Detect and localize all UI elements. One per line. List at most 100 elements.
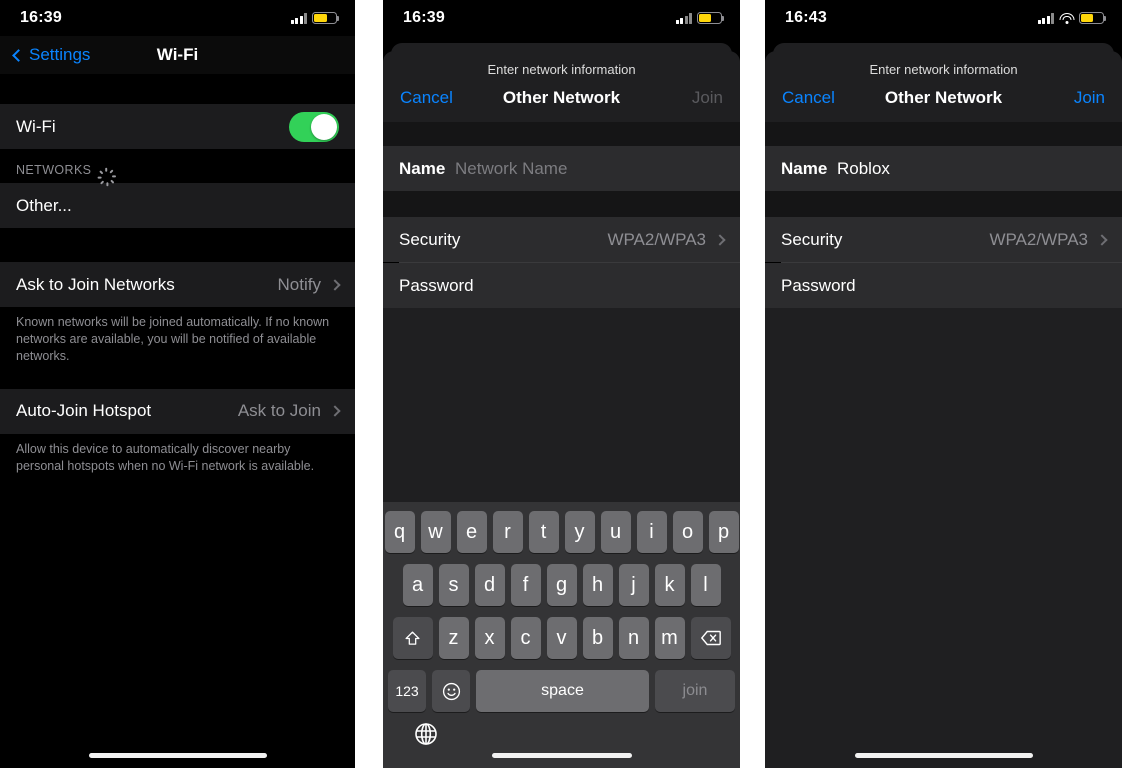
- key-n[interactable]: n: [618, 617, 649, 659]
- password-row[interactable]: Password: [383, 263, 740, 308]
- sheet-subtitle: Enter network information: [869, 62, 1018, 77]
- key-k[interactable]: k: [654, 564, 685, 606]
- key-x[interactable]: x: [474, 617, 505, 659]
- section-gap: [0, 228, 355, 262]
- password-row[interactable]: Password: [765, 263, 1122, 308]
- network-name-input[interactable]: Network Name: [455, 159, 724, 179]
- phone-panel-other-network-empty: 16:39 Enter network information Cancel O…: [383, 0, 740, 768]
- activity-spinner-icon: [98, 163, 117, 187]
- home-indicator[interactable]: [854, 753, 1033, 758]
- keyboard-bottom-bar: [383, 716, 740, 768]
- battery-low-power-icon: [1079, 12, 1107, 24]
- sheet-empty-area: [765, 308, 1122, 768]
- network-name-row[interactable]: Name Network Name: [383, 146, 740, 191]
- key-e[interactable]: e: [456, 511, 487, 553]
- onscreen-keyboard: q w e r t y u i o p a s d f g h j k l z …: [383, 502, 740, 768]
- auto-join-hotspot-label: Auto-Join Hotspot: [16, 401, 152, 421]
- key-y[interactable]: y: [564, 511, 595, 553]
- chevron-right-icon: [329, 278, 341, 291]
- security-value: WPA2/WPA3: [607, 229, 706, 249]
- join-button[interactable]: Join: [1074, 88, 1105, 108]
- security-row[interactable]: Security WPA2/WPA3: [383, 217, 740, 262]
- chevron-right-icon: [714, 233, 726, 246]
- chevron-left-icon: [12, 48, 25, 62]
- key-t[interactable]: t: [528, 511, 559, 553]
- cellular-signal-icon: [290, 12, 307, 24]
- password-label: Password: [781, 275, 856, 295]
- battery-low-power-icon: [312, 12, 340, 24]
- key-l[interactable]: l: [690, 564, 721, 606]
- auto-join-hotspot-value: Ask to Join: [237, 401, 321, 421]
- phone-panel-wifi-settings: 16:39 Settings Wi-Fi Wi-Fi NETWORKS Othe…: [0, 0, 355, 768]
- status-time: 16:39: [20, 9, 62, 26]
- sheet-empty-area: [383, 308, 740, 478]
- battery-low-power-icon: [697, 12, 725, 24]
- key-j[interactable]: j: [618, 564, 649, 606]
- back-button-settings[interactable]: Settings: [12, 45, 91, 65]
- key-g[interactable]: g: [546, 564, 577, 606]
- key-v[interactable]: v: [546, 617, 577, 659]
- key-a[interactable]: a: [402, 564, 433, 606]
- backspace-delete-icon[interactable]: [690, 617, 731, 659]
- ask-to-join-networks-row[interactable]: Ask to Join Networks Notify: [0, 262, 355, 307]
- cancel-button[interactable]: Cancel: [400, 88, 453, 108]
- key-u[interactable]: u: [600, 511, 631, 553]
- cellular-signal-icon: [675, 12, 692, 24]
- back-button-label: Settings: [29, 45, 91, 64]
- form-gap: [765, 122, 1122, 146]
- key-d[interactable]: d: [474, 564, 505, 606]
- sheet-form-body: Name Roblox Security WPA2/WPA3 Password: [765, 122, 1122, 768]
- key-p[interactable]: p: [708, 511, 739, 553]
- wifi-toggle-row[interactable]: Wi-Fi: [0, 104, 355, 149]
- key-w[interactable]: w: [420, 511, 451, 553]
- space-key[interactable]: space: [476, 670, 649, 712]
- key-m[interactable]: m: [654, 617, 685, 659]
- network-name-input[interactable]: Roblox: [837, 159, 1106, 179]
- status-indicators: [675, 12, 725, 24]
- chevron-right-icon: [329, 405, 341, 417]
- keyboard-row-4: 123 space join: [383, 670, 740, 712]
- key-r[interactable]: r: [492, 511, 523, 553]
- networks-section-header: NETWORKS: [0, 149, 355, 187]
- cancel-button[interactable]: Cancel: [782, 88, 835, 108]
- numbers-key[interactable]: 123: [388, 670, 426, 712]
- keyboard-row-3: z x c v b n m: [383, 617, 740, 659]
- navigation-bar: Settings Wi-Fi: [0, 36, 355, 74]
- other-network-label: Other...: [16, 195, 72, 215]
- auto-join-hotspot-footnote: Allow this device to automatically disco…: [0, 433, 355, 485]
- status-bar: 16:39: [0, 0, 355, 36]
- network-name-row[interactable]: Name Roblox: [765, 146, 1122, 191]
- key-i[interactable]: i: [636, 511, 667, 553]
- join-button[interactable]: Join: [692, 88, 723, 108]
- screenshot-root: 16:39 Settings Wi-Fi Wi-Fi NETWORKS Othe…: [0, 0, 1122, 768]
- other-network-sheet: Enter network information Cancel Other N…: [765, 51, 1122, 768]
- key-q[interactable]: q: [384, 511, 415, 553]
- key-f[interactable]: f: [510, 564, 541, 606]
- key-z[interactable]: z: [438, 617, 469, 659]
- status-time: 16:43: [785, 9, 827, 26]
- status-indicators: [1037, 12, 1107, 24]
- key-s[interactable]: s: [438, 564, 469, 606]
- security-row[interactable]: Security WPA2/WPA3: [765, 217, 1122, 262]
- return-join-key[interactable]: join: [655, 670, 735, 712]
- other-network-sheet: Enter network information Cancel Other N…: [383, 51, 740, 768]
- cellular-signal-icon: [1037, 12, 1054, 24]
- key-h[interactable]: h: [582, 564, 613, 606]
- other-network-row[interactable]: Other...: [0, 183, 355, 228]
- key-c[interactable]: c: [510, 617, 541, 659]
- status-time: 16:39: [403, 9, 445, 26]
- auto-join-hotspot-row[interactable]: Auto-Join Hotspot Ask to Join: [0, 388, 355, 434]
- status-bar: 16:43: [765, 0, 1122, 36]
- wifi-toggle-switch[interactable]: [289, 111, 339, 142]
- home-indicator[interactable]: [491, 753, 632, 758]
- ask-to-join-label: Ask to Join Networks: [16, 274, 175, 294]
- home-indicator[interactable]: [88, 753, 267, 758]
- emoji-smiley-icon[interactable]: [432, 670, 470, 712]
- security-value: WPA2/WPA3: [989, 229, 1088, 249]
- shift-up-arrow-icon[interactable]: [392, 617, 433, 659]
- wifi-toggle-label: Wi-Fi: [16, 116, 56, 136]
- globe-language-icon[interactable]: [414, 722, 438, 746]
- networks-header-label: NETWORKS: [16, 163, 92, 177]
- key-o[interactable]: o: [672, 511, 703, 553]
- key-b[interactable]: b: [582, 617, 613, 659]
